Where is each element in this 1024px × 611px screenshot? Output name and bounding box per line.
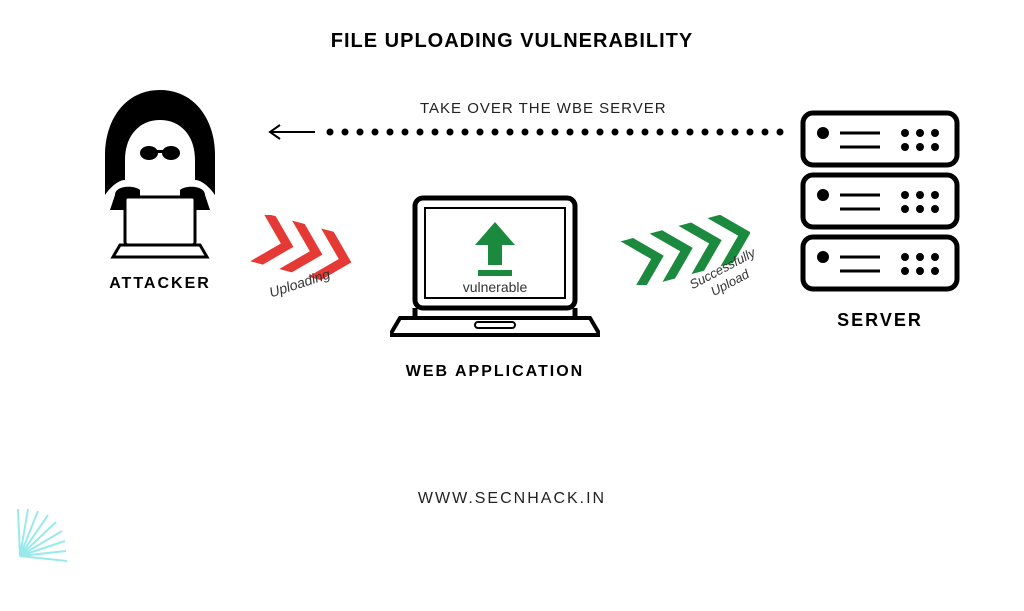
server-label: SERVER [790,310,970,331]
webapp-label: WEB APPLICATION [380,363,610,381]
server-node: SERVER [790,105,970,331]
server-rack-icon [795,287,965,304]
vulnerable-text: vulnerable [463,279,528,295]
diagram-title: FILE UPLOADING VULNERABILITY [331,30,693,53]
laptop-icon: vulnerable [390,337,600,354]
attacker-icon [85,252,235,269]
takeover-text: TAKE OVER THE WBE SERVER [420,100,667,117]
attacker-node: ATTACKER [80,85,240,293]
webapp-node: vulnerable WEB APPLICATION [380,190,610,381]
corner-decoration-icon [0,506,70,606]
takeover-arrow [250,122,790,142]
footer-url: WWW.SECNHACK.IN [418,490,606,508]
attacker-label: ATTACKER [80,275,240,293]
